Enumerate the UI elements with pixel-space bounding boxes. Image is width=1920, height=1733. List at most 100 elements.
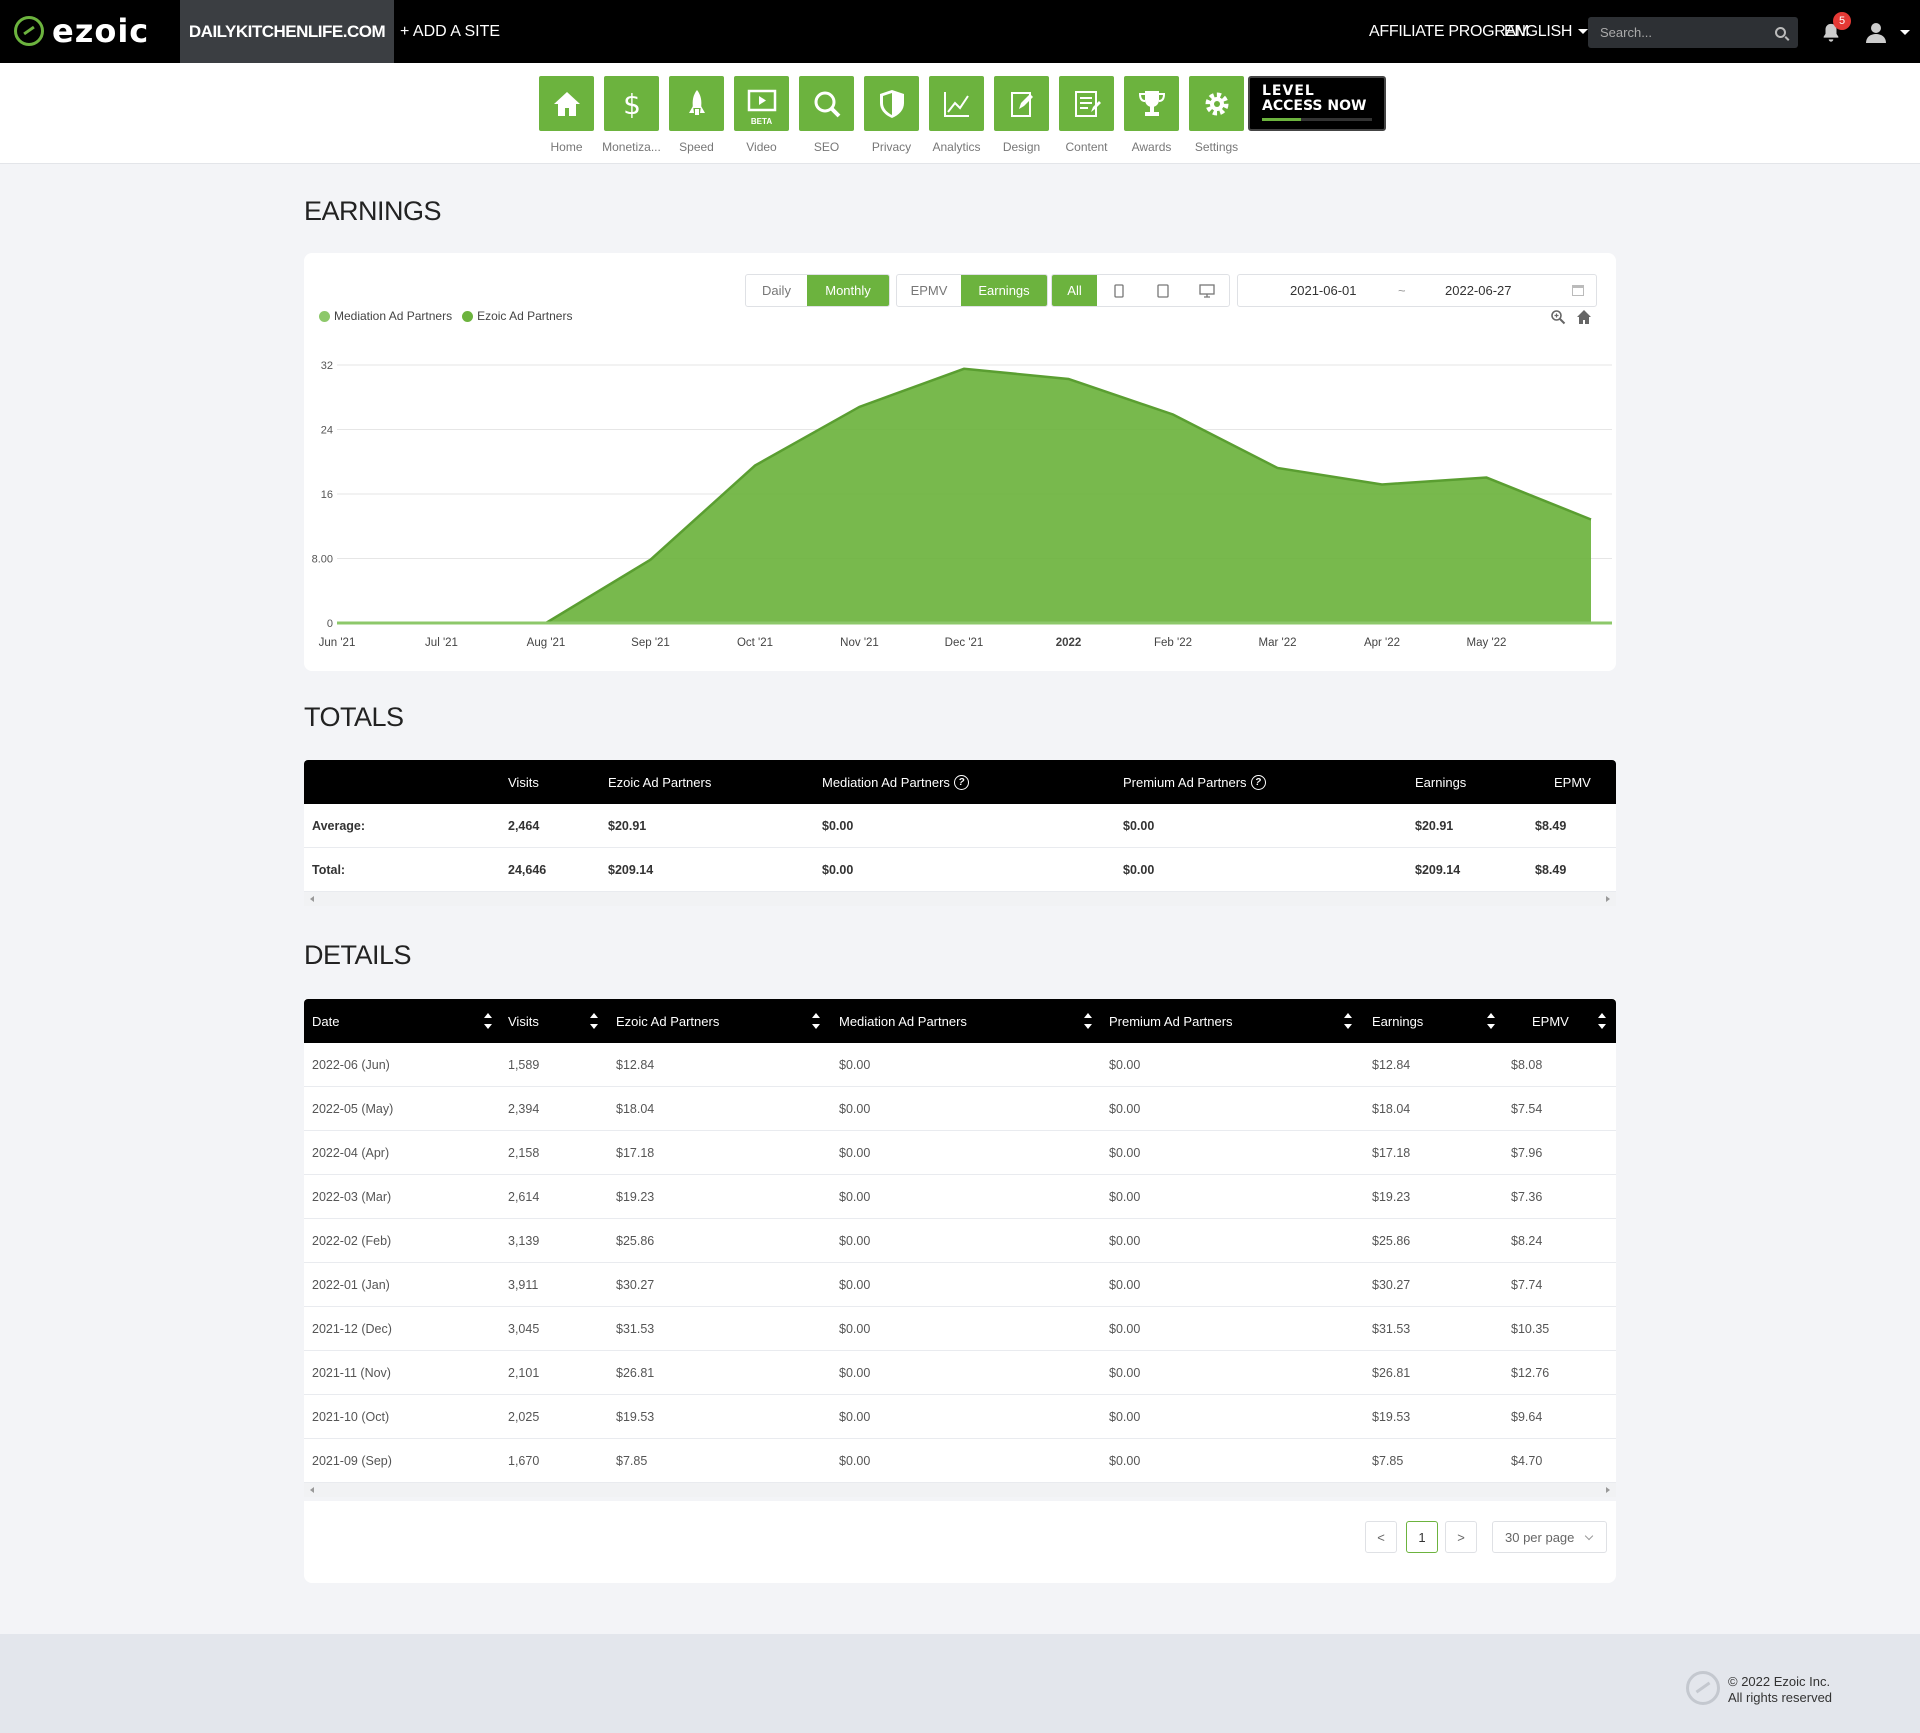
user-menu-chevron-icon[interactable] <box>1900 30 1910 35</box>
ezoic-logo[interactable]: ezoic <box>14 12 150 50</box>
next-page-button[interactable]: > <box>1445 1521 1477 1553</box>
table-cell: $31.53 <box>1372 1322 1411 1336</box>
app-speed[interactable]: Speed <box>664 76 729 154</box>
copyright: © 2022 Ezoic Inc. All rights reserved <box>1728 1674 1832 1706</box>
sort-icon[interactable] <box>1344 1013 1352 1029</box>
level-access-banner[interactable]: LEVEL ACCESS NOW <box>1248 76 1386 131</box>
chevron-down-icon <box>1584 1531 1594 1541</box>
user-icon[interactable] <box>1864 20 1888 44</box>
language-dropdown[interactable]: ENGLISH <box>1504 0 1589 63</box>
table-cell: $0.00 <box>839 1278 871 1292</box>
table-cell: $0.00 <box>839 1058 871 1072</box>
sort-icon[interactable] <box>1487 1013 1495 1029</box>
table-cell: 2021-10 (Oct) <box>312 1410 390 1424</box>
app-video[interactable]: BETA Video <box>729 76 794 154</box>
table-row: 2021-12 (Dec) 3,045 $31.53 $0.00 $0.00 $31.53… <box>304 1307 1616 1351</box>
sort-icon[interactable] <box>590 1013 598 1029</box>
per-page-select[interactable]: 30 per page <box>1492 1521 1607 1553</box>
table-cell: $19.53 <box>1372 1410 1411 1424</box>
table-row: 2022-05 (May) 2,394 $18.04 $0.00 $0.00 $18.04… <box>304 1087 1616 1131</box>
earnings-title: EARNINGS <box>304 196 442 226</box>
app-label: Settings <box>1194 140 1239 154</box>
table-cell: $9.64 <box>1511 1410 1543 1424</box>
header-premium[interactable]: Premium Ad Partners <box>1109 999 1233 1043</box>
x-tick-label: Oct '21 <box>737 637 773 649</box>
scroll-left-icon[interactable] <box>310 1487 314 1493</box>
speed-app-button[interactable] <box>669 76 724 131</box>
sort-icon[interactable] <box>1598 1013 1606 1029</box>
search-box[interactable] <box>1588 17 1798 48</box>
table-cell: $0.00 <box>1109 1322 1141 1336</box>
sort-icon[interactable] <box>812 1013 820 1029</box>
content-app-button[interactable] <box>1059 76 1114 131</box>
header-ezoic[interactable]: Ezoic Ad Partners <box>616 999 719 1043</box>
app-monetization[interactable]: $ Monetiza... <box>599 76 664 154</box>
app-privacy[interactable]: Privacy <box>859 76 924 154</box>
awards-app-button[interactable] <box>1124 76 1179 131</box>
table-cell: 1,670 <box>508 1454 540 1468</box>
help-icon[interactable]: ? <box>1250 774 1266 790</box>
app-content[interactable]: Content <box>1054 76 1119 154</box>
table-cell: $26.81 <box>1372 1366 1411 1380</box>
table-cell: $0.00 <box>1109 1102 1141 1116</box>
table-cell: $12.84 <box>1372 1058 1411 1072</box>
table-cell: $0.00 <box>1109 1234 1141 1248</box>
app-analytics[interactable]: Analytics <box>924 76 989 154</box>
level-progress-bar <box>1262 118 1372 121</box>
seo-app-button[interactable] <box>799 76 854 131</box>
table-cell: $31.53 <box>616 1322 655 1336</box>
table-cell: $12.84 <box>616 1058 655 1072</box>
details-header-row: Date Visits Ezoic Ad Partners Mediation … <box>304 999 1616 1043</box>
table-cell: $4.70 <box>1511 1454 1543 1468</box>
header-visits[interactable]: Visits <box>508 999 539 1043</box>
rocket-icon <box>688 89 705 115</box>
logo-text: ezoic <box>52 12 150 50</box>
monetization-app-button[interactable]: $ <box>604 76 659 131</box>
search-icon[interactable] <box>1775 27 1786 38</box>
privacy-app-button[interactable] <box>864 76 919 131</box>
prev-page-button[interactable]: < <box>1365 1521 1397 1553</box>
page-1-button[interactable]: 1 <box>1406 1521 1438 1553</box>
analytics-app-button[interactable] <box>929 76 984 131</box>
table-cell: $7.36 <box>1511 1190 1543 1204</box>
language-label: ENGLISH <box>1504 22 1573 40</box>
site-selector[interactable]: DAILYKITCHENLIFE.COM <box>180 0 394 63</box>
table-cell: 2,394 <box>508 1102 540 1116</box>
scroll-right-icon[interactable] <box>1606 896 1610 902</box>
app-seo[interactable]: SEO <box>794 76 859 154</box>
design-app-button[interactable] <box>994 76 1049 131</box>
sort-icon[interactable] <box>484 1013 492 1029</box>
search-input[interactable] <box>1600 25 1760 40</box>
settings-app-button[interactable] <box>1189 76 1244 131</box>
notification-badge[interactable]: 5 <box>1833 12 1851 30</box>
app-settings[interactable]: Settings <box>1184 76 1249 154</box>
app-label: SEO <box>813 140 840 154</box>
svg-text:$: $ <box>623 88 641 120</box>
header-earnings[interactable]: Earnings <box>1372 999 1423 1043</box>
app-awards[interactable]: Awards <box>1119 76 1184 154</box>
header-epmv[interactable]: EPMV <box>1532 999 1569 1043</box>
sort-icon[interactable] <box>1084 1013 1092 1029</box>
totals-row-average: Average: 2,464 $20.91 $0.00 $0.00 $20.91… <box>304 804 1616 848</box>
video-app-button[interactable]: BETA <box>734 76 789 131</box>
details-body: 2022-06 (Jun) 1,589 $12.84 $0.00 $0.00 $12.84… <box>304 1043 1616 1483</box>
app-home[interactable]: Home <box>534 76 599 154</box>
scroll-left-icon[interactable] <box>310 896 314 902</box>
header-mediation[interactable]: Mediation Ad Partners <box>839 999 967 1043</box>
scroll-right-icon[interactable] <box>1606 1487 1610 1493</box>
header-date[interactable]: Date <box>312 999 339 1043</box>
magnifier-icon <box>814 91 840 117</box>
table-cell: $0.00 <box>1109 1278 1141 1292</box>
header-mediation: Mediation Ad Partners? <box>822 760 969 804</box>
app-design[interactable]: Design <box>989 76 1054 154</box>
table-cell: $30.27 <box>616 1278 655 1292</box>
row-label: Average: <box>312 819 366 833</box>
home-app-button[interactable] <box>539 76 594 131</box>
x-tick-label: May '22 <box>1467 637 1507 649</box>
totals-horizontal-scrollbar[interactable] <box>304 892 1616 906</box>
totals-title: TOTALS <box>304 702 404 732</box>
help-icon[interactable]: ? <box>953 774 969 790</box>
cell: 2,464 <box>508 819 540 833</box>
add-site-link[interactable]: + ADD A SITE <box>400 0 500 63</box>
details-horizontal-scrollbar[interactable] <box>304 1483 1616 1497</box>
